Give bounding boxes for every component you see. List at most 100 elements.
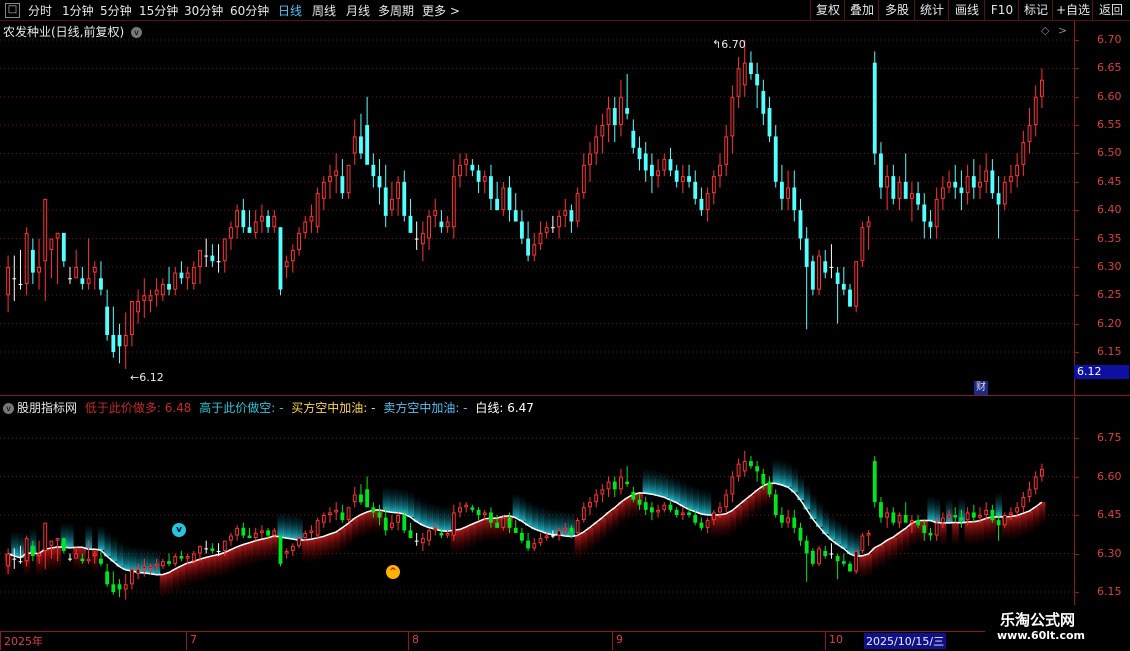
candle-body bbox=[334, 509, 339, 513]
candle-body bbox=[866, 532, 871, 536]
tab-monthly[interactable]: 月线 bbox=[346, 2, 370, 19]
indicator-panel[interactable] bbox=[0, 397, 1074, 630]
candle-body bbox=[136, 568, 141, 575]
high-price-annotation: ↰6.70 bbox=[712, 38, 746, 51]
candle-body bbox=[185, 556, 190, 559]
fuquan-button[interactable]: 复权 bbox=[810, 0, 845, 20]
candle-body bbox=[99, 278, 103, 290]
candle-body bbox=[408, 530, 413, 539]
candle-body bbox=[742, 62, 747, 86]
stats-button[interactable]: 统计 bbox=[914, 0, 949, 20]
candle-body bbox=[730, 476, 735, 495]
candle-body bbox=[284, 261, 289, 267]
chevron-down-icon[interactable]: v bbox=[3, 403, 14, 414]
axis-tick bbox=[1075, 238, 1079, 240]
candle-body bbox=[513, 527, 518, 533]
support-band bbox=[333, 531, 340, 554]
candle-body bbox=[532, 543, 537, 549]
candle-body bbox=[458, 507, 462, 513]
multi-stock-button[interactable]: 多股 bbox=[878, 0, 915, 20]
candle-body bbox=[389, 522, 394, 528]
candle-body bbox=[959, 517, 964, 521]
tab-multi-period[interactable]: 多周期 bbox=[378, 2, 414, 19]
support-band bbox=[865, 553, 873, 576]
add-watchlist-button[interactable]: +自选 bbox=[1052, 0, 1093, 20]
tab-fenshi[interactable]: 分时 bbox=[28, 2, 52, 19]
candle-body bbox=[142, 566, 147, 569]
date-tick bbox=[0, 632, 1, 650]
candle-body bbox=[383, 517, 388, 531]
candle-body bbox=[185, 272, 190, 279]
candle-body bbox=[204, 548, 209, 550]
candle-body bbox=[656, 509, 661, 513]
tab-more[interactable]: 更多 > bbox=[422, 2, 460, 19]
resistance-band bbox=[673, 478, 681, 503]
support-band bbox=[890, 537, 897, 560]
support-band bbox=[574, 535, 582, 558]
price-axis-label: 6.65 bbox=[1097, 61, 1122, 75]
finance-badge[interactable]: 财 bbox=[974, 381, 988, 395]
candlestick-chart[interactable] bbox=[0, 21, 1074, 395]
resistance-band bbox=[840, 524, 848, 549]
support-band bbox=[902, 528, 910, 551]
tab-weekly[interactable]: 周线 bbox=[312, 2, 336, 19]
candle-body bbox=[222, 238, 227, 262]
candle-body bbox=[742, 461, 747, 472]
price-chart-panel[interactable] bbox=[0, 21, 1074, 395]
candle-body bbox=[810, 261, 815, 290]
axis-tick bbox=[1075, 266, 1079, 268]
tab-30min[interactable]: 30分钟 bbox=[184, 2, 223, 19]
candle-body bbox=[990, 170, 995, 194]
support-band bbox=[265, 537, 272, 560]
diamond-icon[interactable]: ◇ bbox=[1041, 24, 1049, 37]
scroll-right-icon[interactable]: > bbox=[1058, 24, 1067, 37]
mark-button[interactable]: 标记 bbox=[1018, 0, 1053, 20]
resistance-band bbox=[785, 463, 792, 488]
candle-body bbox=[210, 255, 215, 262]
candle-body bbox=[718, 507, 722, 513]
candle-body bbox=[290, 545, 295, 551]
f10-button[interactable]: F10 bbox=[984, 0, 1019, 20]
tab-60min[interactable]: 60分钟 bbox=[230, 2, 269, 19]
panel-control-icon[interactable]: □ bbox=[5, 3, 20, 18]
support-band bbox=[586, 527, 594, 550]
candle-body bbox=[451, 512, 456, 536]
candle-body bbox=[30, 545, 35, 557]
support-band bbox=[580, 531, 588, 554]
candle-body bbox=[569, 527, 574, 533]
axis-tick bbox=[1075, 553, 1079, 555]
candle-body bbox=[303, 532, 308, 539]
support-band bbox=[258, 539, 266, 562]
candle-body bbox=[80, 278, 85, 284]
candle-body bbox=[755, 74, 760, 86]
resistance-band bbox=[642, 469, 650, 494]
overlay-button[interactable]: 叠加 bbox=[844, 0, 879, 20]
candle-body bbox=[482, 176, 487, 182]
support-band bbox=[184, 562, 192, 585]
legend-short-above: 高于此价做空: - bbox=[199, 401, 284, 415]
back-button[interactable]: 返回 bbox=[1092, 0, 1129, 20]
support-band bbox=[234, 546, 241, 569]
chevron-down-icon[interactable]: v bbox=[131, 27, 143, 38]
support-band bbox=[617, 502, 625, 525]
candle-body bbox=[563, 527, 568, 531]
candle-body bbox=[501, 187, 506, 211]
candle-body bbox=[680, 512, 685, 516]
tab-1min[interactable]: 1分钟 bbox=[62, 2, 94, 19]
candle-body bbox=[278, 227, 283, 290]
draw-line-button[interactable]: 画线 bbox=[948, 0, 985, 20]
tab-5min[interactable]: 5分钟 bbox=[100, 2, 132, 19]
resistance-band bbox=[685, 485, 693, 510]
candle-body bbox=[532, 244, 537, 256]
indicator-chart[interactable] bbox=[0, 397, 1074, 630]
support-band bbox=[1020, 513, 1027, 536]
candle-body bbox=[922, 525, 927, 533]
candle-body bbox=[637, 499, 642, 505]
watermark-title: 乐淘公式网 bbox=[1000, 611, 1076, 629]
candle-body bbox=[767, 108, 772, 137]
support-band bbox=[1038, 502, 1046, 525]
candle-body bbox=[519, 221, 524, 239]
resistance-band bbox=[407, 493, 415, 518]
tab-daily[interactable]: 日线 bbox=[278, 2, 302, 19]
tab-15min[interactable]: 15分钟 bbox=[139, 2, 178, 19]
